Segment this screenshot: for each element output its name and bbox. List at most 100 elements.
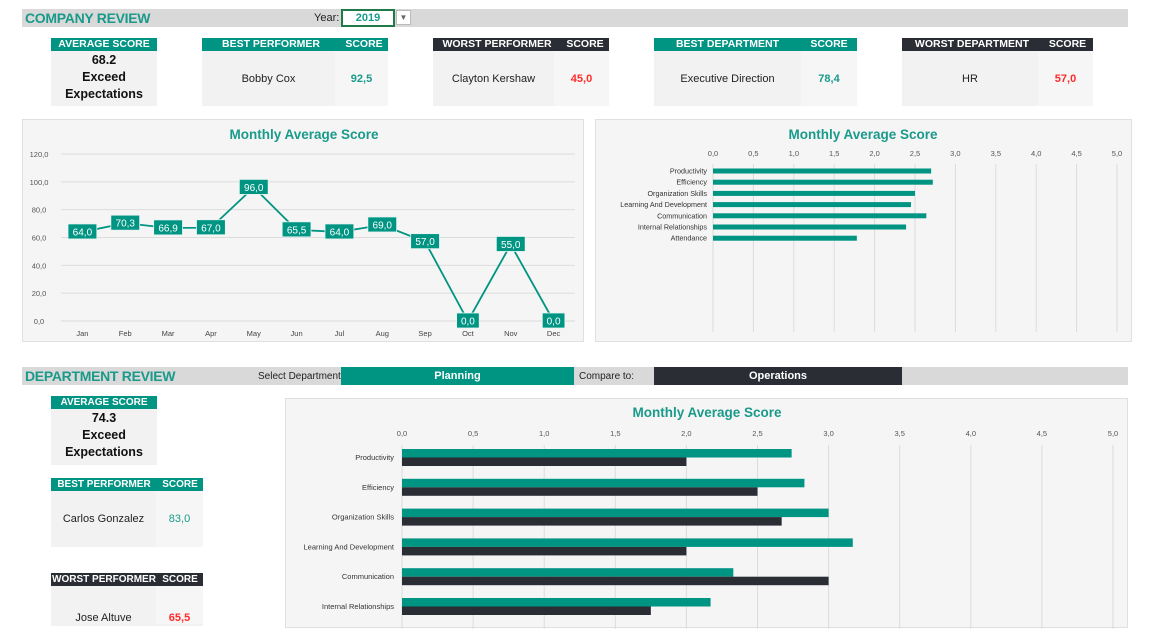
company-review-bar: COMPANY REVIEW Year: 2019 ▼	[22, 9, 1128, 27]
y-category-label: Organization Skills	[332, 513, 394, 522]
worst-performer-name: Clayton Kershaw	[451, 72, 536, 85]
bar-operations	[402, 487, 758, 496]
data-label: 0,0	[461, 317, 475, 328]
department-worst-performer-card: Jose Altuve 65,5	[51, 586, 203, 626]
company-review-title: COMPANY REVIEW	[25, 10, 151, 26]
data-label: 69,0	[373, 220, 393, 231]
x-tick-label: 5,0	[1108, 429, 1118, 438]
x-tick-label: Oct	[462, 329, 475, 338]
department-comparison-chart: Monthly Average Score 0,0 0,5 1,0 1,5 2,0 2,5 3…	[285, 398, 1128, 629]
bar-planning	[402, 598, 711, 607]
bar	[713, 190, 915, 196]
x-tick-label: Jul	[335, 329, 345, 338]
year-select[interactable]: 2019	[341, 9, 395, 27]
best-performer-name: Carlos Gonzalez	[62, 513, 145, 525]
compare-to-label: Compare to:	[579, 371, 635, 382]
x-tick-label: 1,5	[610, 429, 620, 438]
score-header-label: SCORE	[1048, 38, 1087, 50]
bar	[713, 202, 911, 208]
y-category-label: Efficiency	[362, 483, 394, 492]
company-average-rating-1: Exceed	[82, 70, 126, 84]
select-department-label: Select Department:	[258, 371, 344, 382]
company-average-card: 68.2 Exceed Expectations	[51, 51, 157, 106]
compare-department-select[interactable]: Operations	[654, 367, 902, 385]
company-average-value: 68.2	[91, 53, 117, 67]
x-tick-label: Mar	[162, 329, 175, 338]
department-select[interactable]: Planning	[341, 367, 574, 385]
y-tick-label: 60,0	[32, 234, 47, 243]
chart-title: Monthly Average Score	[229, 127, 379, 142]
x-tick-label: 4,5	[1037, 429, 1047, 438]
x-tick-label: 3,5	[991, 149, 1001, 158]
score-header-label: SCORE	[810, 38, 848, 50]
x-tick-label: Jan	[76, 329, 88, 338]
company-best-department-header: BEST DEPARTMENT SCORE	[654, 38, 857, 51]
best-performer-name: Bobby Cox	[241, 72, 296, 85]
y-category-label: Learning And Development	[304, 542, 395, 551]
bar	[713, 179, 933, 185]
x-tick-label: Nov	[504, 329, 518, 338]
score-header-label: SCORE	[162, 574, 198, 585]
y-tick-label: 80,0	[32, 206, 47, 215]
bar	[713, 213, 927, 219]
bar	[713, 168, 932, 174]
x-tick-label: May	[247, 329, 261, 338]
department-review-title: DEPARTMENT REVIEW	[25, 368, 176, 384]
x-tick-label: 4,0	[1031, 149, 1041, 158]
x-tick-label: Aug	[376, 329, 389, 338]
department-average-header: AVERAGE SCORE	[51, 396, 157, 409]
department-worst-performer-header: WORST PERFORMER SCORE	[51, 573, 203, 586]
x-tick-label: 4,0	[966, 429, 976, 438]
category-bar-chart: Monthly Average Score 0,0 0,5 1,0 1,5 2,0 2,5 3…	[595, 119, 1132, 342]
worst-department-score: 57,0	[1038, 51, 1093, 106]
best-performer-header-label: BEST PERFORMER	[221, 38, 320, 50]
department-average-card: 74.3 Exceed Expectations	[51, 409, 157, 465]
x-tick-label: 0,5	[468, 429, 478, 438]
y-category-label: Productivity	[670, 167, 708, 176]
best-performer-score: 83,0	[156, 491, 203, 547]
department-average-rating-2: Expectations	[65, 445, 143, 459]
best-department-name: Executive Direction	[680, 72, 775, 85]
company-worst-performer-header: WORST PERFORMER SCORE	[433, 38, 609, 51]
x-tick-label: 1,5	[829, 149, 839, 158]
company-best-department-card: Executive Direction 78,4	[654, 51, 857, 106]
x-tick-label: 5,0	[1112, 149, 1122, 158]
bar-planning	[402, 538, 853, 547]
best-department-header-label: BEST DEPARTMENT	[675, 38, 780, 50]
best-performer-score: 92,5	[335, 51, 388, 106]
y-tick-label: 120,0	[30, 150, 49, 159]
x-tick-label: 2,5	[752, 429, 762, 438]
score-header-label: SCORE	[345, 38, 383, 50]
department-review-bar: DEPARTMENT REVIEW Select Department: Pla…	[22, 367, 1128, 385]
bar	[713, 224, 907, 230]
x-tick-label: 3,0	[950, 149, 960, 158]
company-best-performer-header: BEST PERFORMER SCORE	[202, 38, 388, 51]
y-category-label: Communication	[342, 572, 394, 581]
data-label: 64,0	[330, 227, 350, 238]
score-header-label: SCORE	[566, 38, 604, 50]
bar-planning	[402, 508, 829, 518]
comparison-chart-svg: Monthly Average Score 0,0 0,5 1,0 1,5 2,0 2,5 3…	[304, 405, 1118, 629]
x-tick-label: 1,0	[539, 429, 549, 438]
x-tick-label: Jun	[291, 329, 303, 338]
data-label: 66,9	[158, 223, 178, 234]
department-average-rating-1: Exceed	[82, 428, 126, 442]
bar-planning	[402, 449, 792, 458]
bar-planning	[402, 478, 805, 488]
company-worst-department-card: HR 57,0	[902, 51, 1093, 106]
x-tick-label: 1,0	[789, 149, 799, 158]
data-label: 64,0	[73, 227, 93, 238]
company-worst-performer-card: Clayton Kershaw 45,0	[433, 51, 609, 106]
bar-chart-svg: Monthly Average Score 0,0 0,5 1,0 1,5 2,0 2,5 3…	[620, 127, 1122, 332]
series-line	[82, 186, 555, 323]
data-label: 65,5	[287, 225, 307, 236]
worst-performer-header-label: WORST PERFORMER	[442, 38, 552, 50]
year-dropdown-button[interactable]: ▼	[396, 10, 411, 25]
y-category-label: Attendance	[671, 234, 707, 243]
bar-planning	[402, 568, 734, 577]
company-average-rating-2: Expectations	[65, 87, 143, 101]
bar-operations	[402, 546, 687, 556]
x-tick-label: Apr	[205, 329, 217, 338]
y-category-label: Communication	[657, 211, 707, 220]
y-category-label: Productivity	[355, 453, 394, 462]
